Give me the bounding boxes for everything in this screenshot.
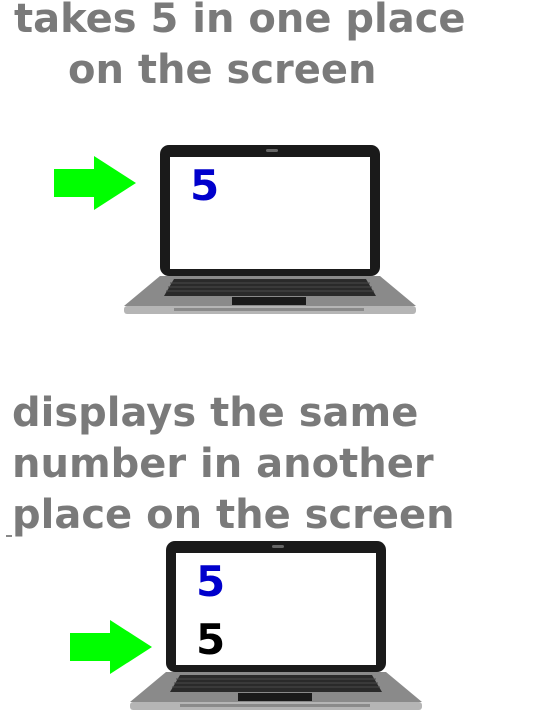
top-caption: takes 5 in one place on the screen [14, 0, 466, 96]
digit-blue: 5 [190, 161, 220, 210]
bottom-caption-line-1: displays the same [12, 390, 419, 436]
top-caption-line-1: takes 5 in one place [14, 0, 466, 42]
digit-blue: 5 [196, 557, 226, 606]
bottom-caption: displays the same number in another plac… [12, 388, 455, 541]
stray-mark [6, 535, 12, 537]
digit-black: 5 [196, 615, 226, 664]
laptop-icon [124, 145, 416, 314]
top-caption-line-2: on the screen [68, 47, 377, 93]
bottom-caption-line-3: place on the screen [12, 492, 455, 538]
bottom-caption-line-2: number in another [12, 441, 434, 487]
laptop-icon [130, 541, 422, 710]
